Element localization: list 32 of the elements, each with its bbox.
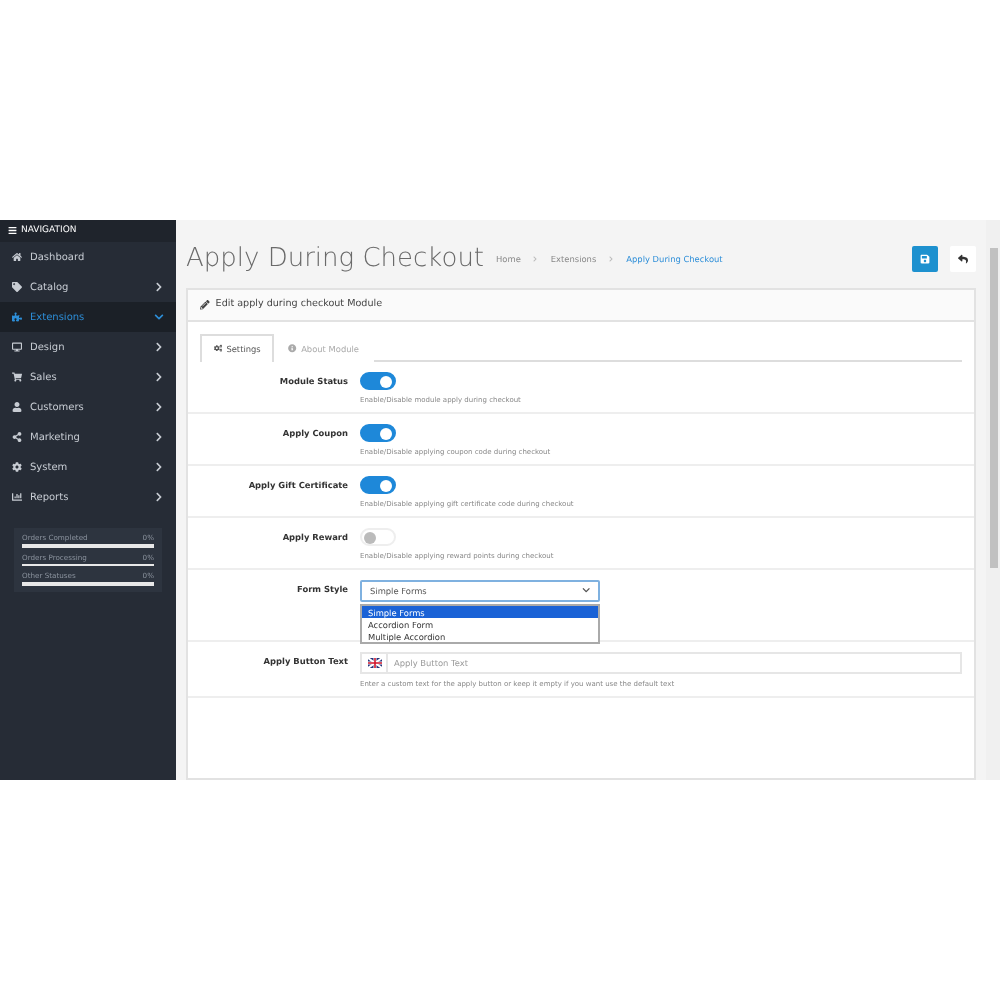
page-title: Apply During Checkout: [186, 243, 485, 273]
reply-icon: [958, 253, 968, 263]
home-icon: [12, 252, 22, 262]
toggle-switch[interactable]: [360, 424, 396, 442]
toggle-switch[interactable]: [360, 372, 396, 390]
chevron-right-icon: [154, 282, 164, 292]
chevron-right-icon: [154, 372, 164, 382]
gear-icon: [12, 462, 22, 472]
toggle-switch[interactable]: [360, 476, 396, 494]
gears-icon: [214, 344, 223, 354]
menu-icon[interactable]: [8, 226, 17, 236]
pencil-icon: [200, 300, 210, 310]
bar-chart-icon: [12, 492, 22, 502]
chevron-right-icon: [154, 342, 164, 352]
chevron-right-icon: [154, 402, 164, 412]
puzzle-icon: [12, 312, 22, 322]
tag-icon: [12, 282, 22, 292]
info-icon: [288, 344, 298, 354]
chevron-right-icon: [154, 462, 164, 472]
chevron-down-icon: [154, 312, 164, 322]
save-icon: [920, 253, 930, 263]
chevron-right-icon: [154, 492, 164, 502]
flag-icon: [367, 658, 381, 668]
monitor-icon: [12, 342, 22, 352]
back-button[interactable]: [950, 245, 976, 271]
user-icon: [12, 402, 22, 412]
share-icon: [12, 432, 22, 442]
chevron-right-icon: [154, 432, 164, 442]
save-button[interactable]: [912, 245, 938, 271]
chevron-down-icon: [581, 586, 590, 596]
cart-icon: [12, 372, 22, 382]
scrollbar-thumb[interactable]: [989, 248, 997, 568]
